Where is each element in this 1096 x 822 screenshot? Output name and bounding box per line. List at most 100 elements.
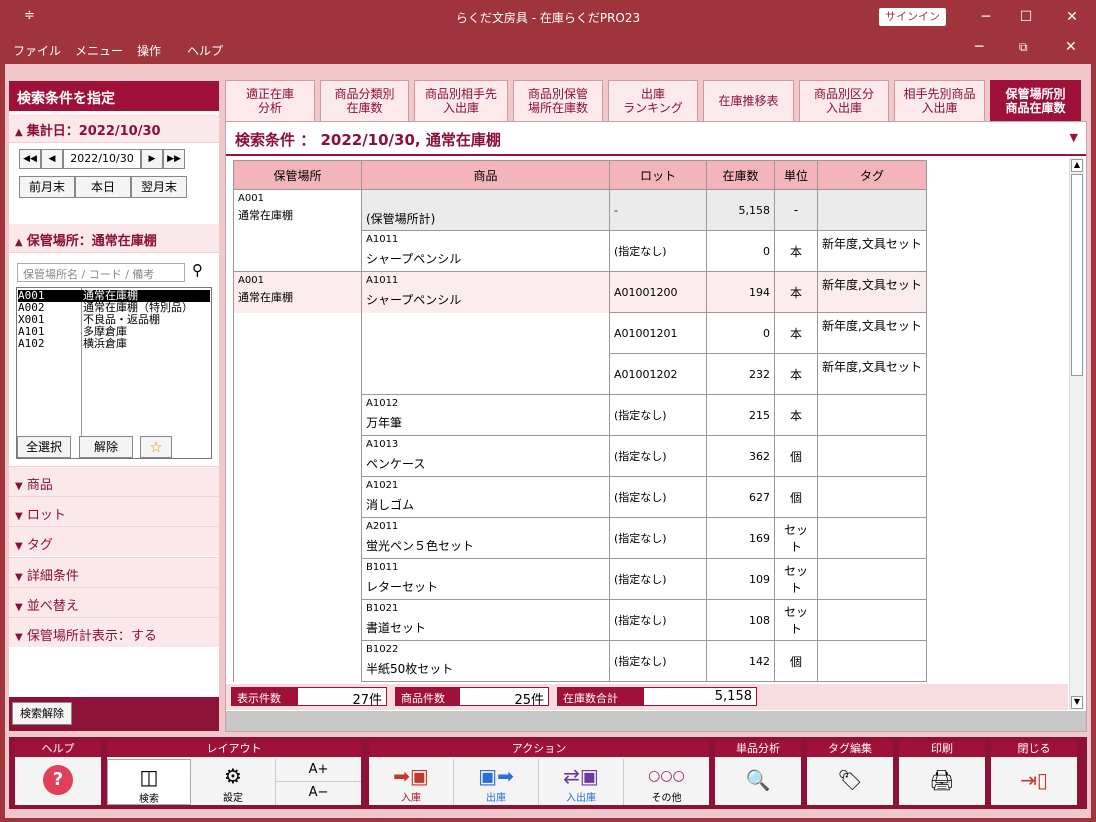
collapse-icon: ▲ xyxy=(15,127,23,138)
today-button[interactable]: 本日 xyxy=(75,176,131,198)
chevron-down-icon[interactable]: ▼ xyxy=(1070,131,1078,144)
table-row[interactable]: B1011 レターセット (指定なし) 109 セット xyxy=(233,558,927,600)
unit-cell: 本 xyxy=(774,230,818,272)
unit-cell: 個 xyxy=(774,640,818,682)
clear-search-button[interactable]: 検索解除 xyxy=(12,702,72,725)
table-row[interactable]: B1022 半紙50枚セット (指定なし) 142 個 xyxy=(233,640,927,682)
tag-section[interactable]: ▼ タグ xyxy=(9,526,219,556)
stock-inout-button[interactable]: ⇄▣ 入出庫 xyxy=(539,759,624,805)
inner-close-icon[interactable]: ✕ xyxy=(1065,39,1077,55)
next-month-end-button[interactable]: 翌月末 xyxy=(131,176,187,198)
table-row[interactable]: A01001201 0 本 新年度,文具セット xyxy=(233,312,927,354)
lot-section[interactable]: ▼ ロット xyxy=(9,496,219,526)
col-location[interactable]: 保管場所 xyxy=(233,160,362,190)
col-unit[interactable]: 単位 xyxy=(774,160,818,190)
favorite-star-icon[interactable]: ☆ xyxy=(140,436,172,458)
location-search-input[interactable]: 保管場所名 / コード / 備考 xyxy=(17,263,185,282)
date-input[interactable]: 2022/10/30 xyxy=(63,149,141,169)
list-item[interactable]: A102 横浜倉庫 xyxy=(18,338,210,350)
scroll-up-icon[interactable]: ▲ xyxy=(1071,159,1083,172)
close-app-button[interactable]: ⇥▯ xyxy=(991,759,1077,805)
table-row[interactable]: A001 通常在庫棚 (保管場所計) - 5,158 - xyxy=(233,189,927,231)
lot-cell: A01001200 xyxy=(609,271,707,313)
inner-minimize-icon[interactable]: ─ xyxy=(975,39,983,55)
product-name: シャープペンシル xyxy=(366,252,462,266)
table-row[interactable]: A1021 消しゴム (指定なし) 627 個 xyxy=(233,476,927,518)
tab-product-partner-io[interactable]: 商品別相手先 入出庫 xyxy=(414,80,508,122)
location-section[interactable]: ▲ 保管場所：通常在庫棚 xyxy=(9,224,219,253)
sort-section[interactable]: ▼ 並べ替え xyxy=(9,587,219,617)
close-button[interactable]: ✕ xyxy=(1061,6,1083,28)
location-cell xyxy=(233,599,362,641)
location-list[interactable]: A001 通常在庫棚 A002 通常在庫棚（特別品） X001 不良品・返品棚 A10… xyxy=(16,287,212,459)
table-row[interactable]: A01001202 232 本 新年度,文具セット xyxy=(233,353,927,395)
tab-partner-product-io[interactable]: 相手先別商品 入出庫 xyxy=(894,80,985,122)
tab-category-stock[interactable]: 商品分類別 在庫数 xyxy=(320,80,409,122)
next-day-button[interactable]: ▶ xyxy=(141,149,163,169)
col-tag[interactable]: タグ xyxy=(817,160,927,190)
location-cell xyxy=(233,312,362,354)
prev-day-button[interactable]: ◀ xyxy=(41,149,63,169)
product-section[interactable]: ▼ 商品 xyxy=(9,466,219,496)
first-page-button[interactable]: ◀◀ xyxy=(19,149,41,169)
scroll-down-icon[interactable]: ▼ xyxy=(1071,696,1083,709)
table-row[interactable]: A001 通常在庫棚 A1011 シャープペンシル A01001200 194 本 … xyxy=(233,271,927,313)
menu-menu[interactable]: メニュー xyxy=(75,42,123,59)
help-button[interactable]: ? xyxy=(15,759,101,805)
lot-cell: (指定なし) xyxy=(609,476,707,518)
last-page-button[interactable]: ▶▶ xyxy=(163,149,185,169)
minimize-button[interactable]: ─ xyxy=(975,6,997,28)
menu-file[interactable]: ファイル xyxy=(13,42,61,59)
table-row[interactable]: A1013 ペンケース (指定なし) 362 個 xyxy=(233,435,927,477)
product-cell: A1012 万年筆 xyxy=(361,394,610,436)
tab-location-product-stock[interactable]: 保管場所別 商品在庫数 xyxy=(990,80,1081,122)
expand-icon: ▼ xyxy=(15,602,23,613)
analysis-button[interactable]: 🔍 xyxy=(715,759,801,805)
scroll-thumb[interactable] xyxy=(1071,174,1083,376)
stock-out-button[interactable]: ▣➡ 出庫 xyxy=(454,759,539,805)
tab-shipment-ranking[interactable]: 出庫 ランキング xyxy=(608,80,698,122)
col-qty[interactable]: 在庫数 xyxy=(706,160,775,190)
vertical-scrollbar[interactable]: ▲ ▼ xyxy=(1069,158,1084,710)
layout-search-button[interactable]: ◫ 検索 xyxy=(107,759,191,805)
tag-cell: 新年度,文具セット xyxy=(817,353,927,395)
product-cell: A2011 蛍光ペン５色セット xyxy=(361,517,610,559)
search-icon[interactable]: ⚲ xyxy=(192,261,203,279)
layout-settings-button[interactable]: ⚙ 設定 xyxy=(191,759,276,805)
stock-in-button[interactable]: ➡▣ 入庫 xyxy=(369,759,454,805)
tab-product-class-io[interactable]: 商品別区分 入出庫 xyxy=(799,80,889,122)
product-name: ペンケース xyxy=(366,457,426,471)
menu-help[interactable]: ヘルプ xyxy=(187,42,223,59)
other-action-button[interactable]: ○○○ その他 xyxy=(624,759,709,805)
table-row[interactable]: B1021 書道セット (指定なし) 108 セット xyxy=(233,599,927,641)
table-row[interactable]: A1011 シャープペンシル (指定なし) 0 本 新年度,文具セット xyxy=(233,230,927,272)
font-increase-button[interactable]: A+ xyxy=(276,759,361,782)
select-all-button[interactable]: 全選択 xyxy=(17,436,71,458)
date-section[interactable]: ▲ 集計日：2022/10/30 xyxy=(9,114,219,143)
menu-operation[interactable]: 操作 xyxy=(137,42,161,59)
stock-out-label: 出庫 xyxy=(486,793,506,804)
table-row[interactable]: A2011 蛍光ペン５色セット (指定なし) 169 セット xyxy=(233,517,927,559)
print-button[interactable]: 🖨 xyxy=(899,759,985,805)
detail-section[interactable]: ▼ 詳細条件 xyxy=(9,557,219,587)
tab-stock-trend[interactable]: 在庫推移表 xyxy=(703,80,794,122)
product-code: A2011 xyxy=(366,521,399,532)
font-decrease-button[interactable]: A− xyxy=(276,782,361,805)
col-lot[interactable]: ロット xyxy=(609,160,707,190)
subtotal-section[interactable]: ▼ 保管場所計表示：する xyxy=(9,617,219,647)
prev-month-end-button[interactable]: 前月末 xyxy=(19,176,75,198)
deselect-button[interactable]: 解除 xyxy=(79,436,133,458)
location-name: 通常在庫棚 xyxy=(238,291,293,304)
status-bar: 表示件数 27件 商品件数 25件 在庫数合計 5,158 xyxy=(226,684,1068,710)
unit-cell: 本 xyxy=(774,353,818,395)
expand-icon: ▼ xyxy=(15,572,23,583)
maximize-button[interactable]: ☐ xyxy=(1015,6,1037,28)
lot-cell: (指定なし) xyxy=(609,558,707,600)
inner-restore-icon[interactable]: ⧉ xyxy=(1019,40,1028,55)
tab-stock-analysis[interactable]: 適正在庫 分析 xyxy=(225,80,315,122)
signin-button[interactable]: サインイン xyxy=(879,8,946,26)
tab-product-location-stock[interactable]: 商品別保管 場所在庫数 xyxy=(513,80,603,122)
tag-edit-button[interactable]: 🏷 xyxy=(807,759,893,805)
table-row[interactable]: A1012 万年筆 (指定なし) 215 本 xyxy=(233,394,927,436)
col-product[interactable]: 商品 xyxy=(361,160,610,190)
